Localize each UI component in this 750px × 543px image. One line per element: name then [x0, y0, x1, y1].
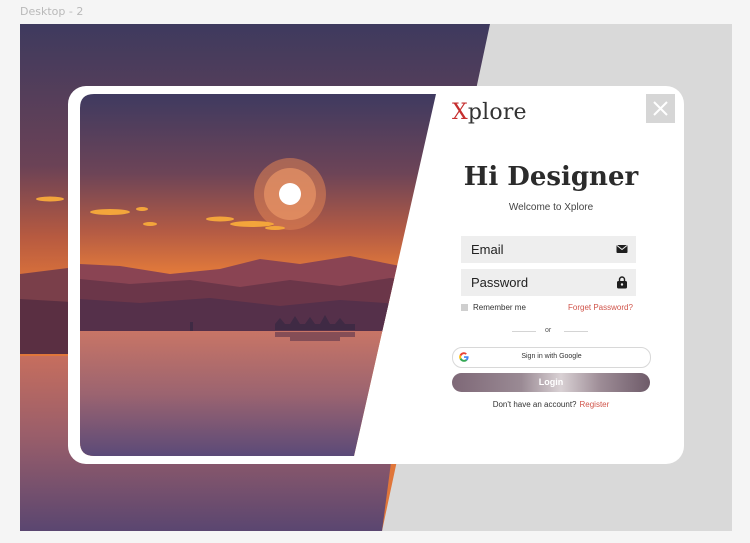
google-signin-button[interactable]: Sign in with Google [452, 347, 651, 368]
brand-logo: Xplore [452, 100, 527, 125]
logo-x-letter: X [452, 100, 468, 125]
divider-line-right [564, 331, 588, 332]
login-button[interactable]: Login [452, 373, 650, 392]
password-input[interactable] [461, 269, 631, 296]
forgot-password-link[interactable]: Forget Password? [568, 303, 633, 312]
page-title: Hi Designer [463, 162, 639, 192]
close-icon [653, 101, 668, 116]
or-label: or [545, 327, 552, 334]
signup-prompt: Don't have an account? Register [452, 400, 650, 409]
register-link[interactable]: Register [580, 400, 610, 409]
email-input[interactable] [461, 236, 631, 263]
divider-line-left [512, 331, 536, 332]
remember-checkbox[interactable] [461, 304, 468, 311]
lock-icon [617, 276, 627, 289]
login-button-label: Login [538, 377, 564, 387]
close-button[interactable] [646, 94, 675, 123]
google-signin-label: Sign in with Google [521, 353, 582, 360]
or-divider: or [512, 327, 588, 337]
page-subtitle: Welcome to Xplore [508, 202, 594, 213]
logo-rest: plore [467, 100, 527, 125]
password-field [461, 269, 636, 296]
remember-me: Remember me [461, 303, 526, 312]
frame-label: Desktop - 2 [20, 5, 84, 18]
landscape-illustration [80, 94, 436, 456]
remember-label: Remember me [473, 303, 526, 312]
envelope-icon [616, 245, 628, 253]
email-field [461, 236, 636, 263]
signup-prompt-text: Don't have an account? [492, 400, 577, 409]
